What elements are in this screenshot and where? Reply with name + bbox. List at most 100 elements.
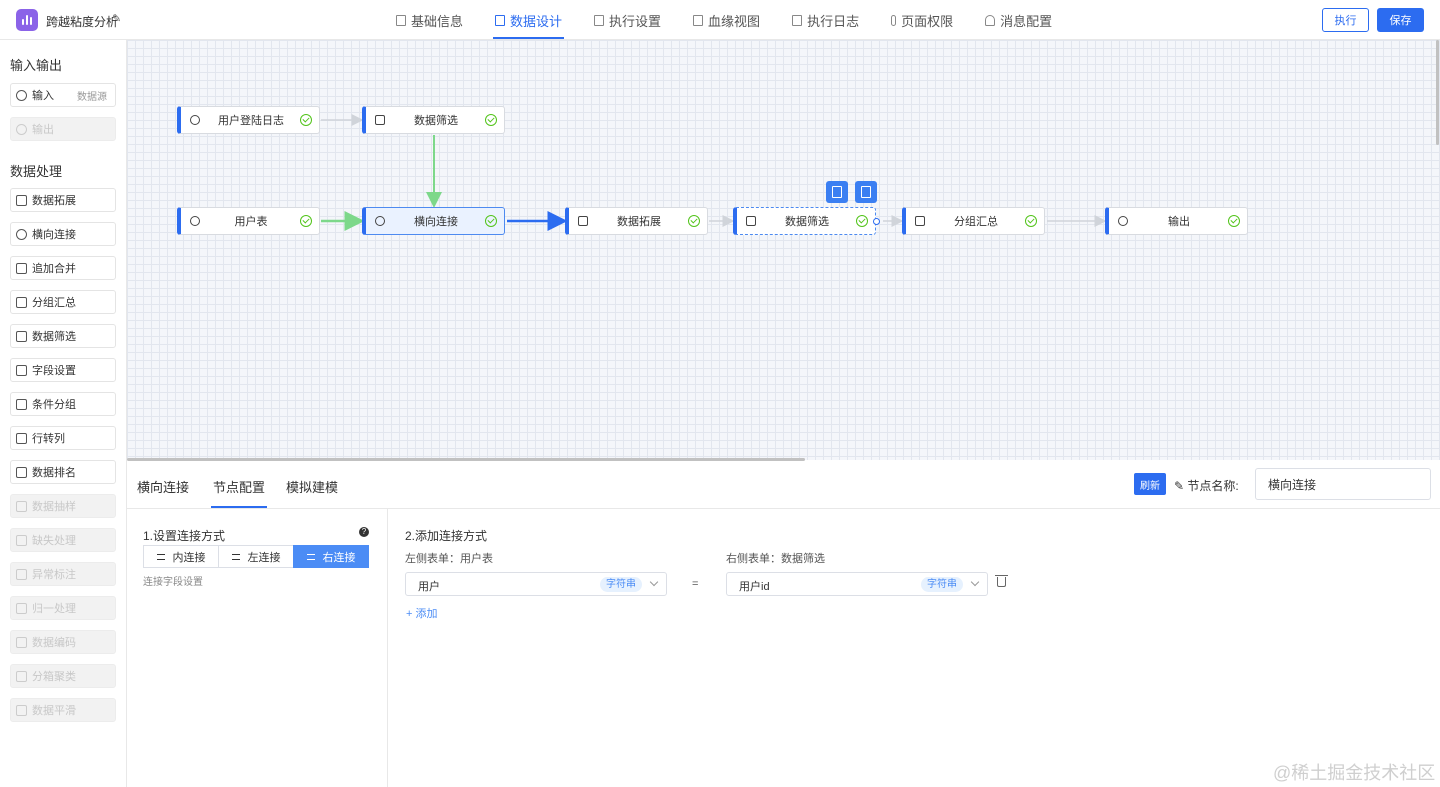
chevron-down-icon — [970, 577, 980, 587]
left-table-label: 左侧表单：用户表 — [405, 553, 493, 565]
refresh-button[interactable]: 刷新 — [1134, 473, 1166, 495]
type-badge: 字符串 — [600, 577, 642, 592]
check-circle-icon — [485, 114, 497, 126]
pause-circle-icon — [16, 123, 27, 135]
join-field-settings-link[interactable]: 连接字段设置 — [143, 573, 203, 588]
inner-join-button[interactable]: 内连接 — [143, 545, 219, 568]
flow-node-output[interactable]: 输出 — [1105, 207, 1248, 235]
left-join-button[interactable]: 左连接 — [218, 545, 294, 568]
folder-icon — [16, 466, 27, 478]
doc-icon — [594, 14, 605, 26]
save-button[interactable]: 保存 — [1377, 8, 1424, 32]
check-circle-icon — [1228, 215, 1240, 227]
flow-node-group-summary[interactable]: 分组汇总 — [902, 207, 1045, 235]
main-tabs: 基础信息 数据设计 执行设置 血缘视图 执行日志 页面权限 消息配置 — [380, 0, 1068, 40]
tab-lineage-view[interactable]: 血缘视图 — [677, 0, 776, 40]
sidebar-item-data-expand[interactable]: 数据拓展 — [10, 188, 116, 212]
component-sidebar: 输入输出 输入 数据源 输出 数据处理 数据拓展 横向连接 追加合并 分组汇总 … — [0, 40, 127, 787]
doc-icon — [693, 14, 704, 26]
sidebar-item-horizontal-join[interactable]: 横向连接 — [10, 222, 116, 246]
sliders-icon — [231, 553, 240, 560]
top-header: 跨越粘度分析 ✎ 基础信息 数据设计 执行设置 血缘视图 执行日志 页面权限 消… — [0, 0, 1440, 40]
proc-section-title: 数据处理 — [10, 164, 63, 179]
folder-icon — [16, 602, 27, 614]
folder-icon — [16, 670, 27, 682]
delete-node-icon[interactable] — [826, 181, 848, 203]
sidebar-item-data-rank[interactable]: 数据排名 — [10, 460, 116, 484]
execute-button[interactable]: 执行 — [1322, 8, 1369, 32]
join-type-title: 1.设置连接方式 — [143, 529, 226, 543]
doc-icon — [792, 14, 803, 26]
flow-node-horizontal-join[interactable]: 横向连接 — [362, 207, 505, 235]
sidebar-item-append-merge[interactable]: 追加合并 — [10, 256, 116, 280]
tab-message-config[interactable]: 消息配置 — [969, 0, 1068, 40]
add-join-field-button[interactable]: + 添加 — [406, 605, 437, 621]
node-name-label: ✎ 节点名称: — [1174, 479, 1239, 493]
tab-page-permission[interactable]: 页面权限 — [875, 0, 969, 40]
file-icon — [16, 364, 27, 376]
join-type-section: 1.设置连接方式 ? 内连接 左连接 右连接 连接字段设置 — [127, 509, 388, 787]
folder-icon — [16, 432, 27, 444]
tab-node-config[interactable]: 节点配置 — [210, 477, 268, 508]
sliders-icon — [306, 553, 315, 560]
tab-simulation-model[interactable]: 模拟建模 — [286, 477, 338, 496]
check-circle-icon — [856, 215, 868, 227]
right-field-select[interactable]: 用户id 字符串 — [726, 572, 988, 596]
tab-basic-info[interactable]: 基础信息 — [380, 0, 479, 40]
sidebar-item-group-summary[interactable]: 分组汇总 — [10, 290, 116, 314]
flow-node-data-filter-top[interactable]: 数据筛选 — [362, 106, 505, 134]
folder-icon — [16, 636, 27, 648]
flow-node-data-filter[interactable]: 数据筛选 — [733, 207, 880, 235]
canvas-vertical-scrollbar[interactable] — [1436, 40, 1439, 145]
flow-canvas[interactable]: 用户登陆日志 数据筛选 用户表 横向连接 数据拓展 数据筛选 分组汇总 输出 — [127, 40, 1440, 460]
sidebar-item-input[interactable]: 输入 数据源 — [10, 83, 116, 107]
tab-exec-log[interactable]: 执行日志 — [776, 0, 875, 40]
copy-node-icon[interactable] — [855, 181, 877, 203]
delete-row-icon[interactable] — [995, 575, 1008, 587]
sliders-icon — [156, 553, 165, 560]
tab-exec-settings[interactable]: 执行设置 — [578, 0, 677, 40]
sidebar-item-condition-group[interactable]: 条件分组 — [10, 392, 116, 416]
check-circle-icon — [300, 215, 312, 227]
right-join-button[interactable]: 右连接 — [293, 545, 369, 568]
help-icon[interactable]: ? — [359, 527, 369, 537]
right-table-label: 右侧表单：数据筛选 — [726, 553, 825, 565]
thermometer-icon — [891, 14, 897, 26]
check-circle-icon — [1025, 215, 1037, 227]
folder-icon — [16, 500, 27, 512]
chevron-down-icon — [649, 577, 659, 587]
checked-doc-icon — [16, 330, 27, 342]
pause-circle-icon — [1118, 216, 1128, 226]
sidebar-item-data-encoding: 数据编码 — [10, 630, 116, 654]
watermark: @稀土掘金技术社区 — [1273, 763, 1436, 783]
document-icon — [915, 216, 925, 226]
equals-sign: = — [692, 578, 699, 590]
output-port[interactable] — [873, 218, 880, 225]
flow-node-login-log[interactable]: 用户登陆日志 — [177, 106, 320, 134]
node-name-input[interactable] — [1255, 468, 1431, 500]
folder-icon — [16, 534, 27, 546]
calendar-icon — [16, 262, 27, 274]
doc-icon — [396, 14, 406, 26]
folder-icon — [16, 704, 27, 716]
flow-node-data-expand[interactable]: 数据拓展 — [565, 207, 708, 235]
copy-icon — [578, 216, 588, 226]
flow-node-user-table[interactable]: 用户表 — [177, 207, 320, 235]
sidebar-item-missing-handling: 缺失处理 — [10, 528, 116, 552]
check-circle-icon — [688, 215, 700, 227]
sidebar-item-field-settings[interactable]: 字段设置 — [10, 358, 116, 382]
app-logo-icon — [16, 9, 38, 31]
check-circle-icon — [485, 215, 497, 227]
design-icon — [495, 14, 506, 26]
join-fields-section: 2.添加连接方式 左侧表单：用户表 右侧表单：数据筛选 用户 字符串 = 用户i… — [389, 509, 1440, 787]
tab-horizontal-join[interactable]: 横向连接 — [137, 477, 189, 496]
edges-layer — [321, 114, 1107, 231]
move-icon — [375, 216, 385, 226]
sidebar-item-data-filter[interactable]: 数据筛选 — [10, 324, 116, 348]
edit-title-icon[interactable]: ✎ — [112, 12, 121, 25]
sidebar-item-row-to-column[interactable]: 行转列 — [10, 426, 116, 450]
check-circle-icon — [300, 114, 312, 126]
tab-data-design[interactable]: 数据设计 — [479, 0, 578, 40]
left-field-select[interactable]: 用户 字符串 — [405, 572, 667, 596]
io-section-title: 输入输出 — [10, 58, 63, 73]
